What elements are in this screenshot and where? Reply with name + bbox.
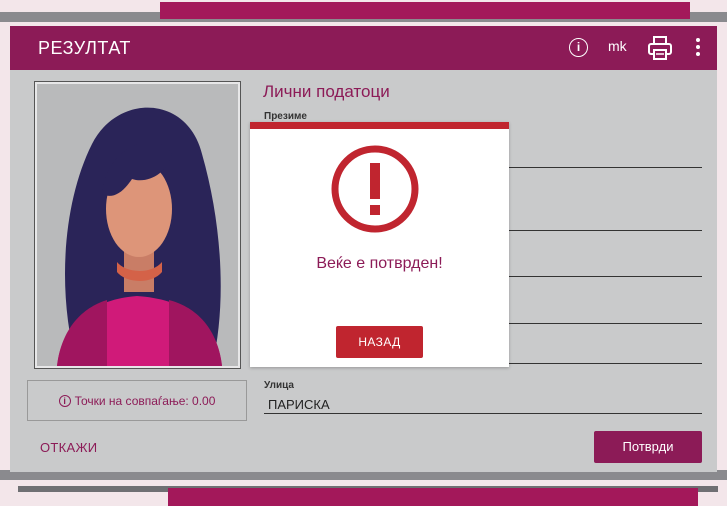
form-field-line — [506, 276, 702, 277]
info-icon[interactable]: i — [569, 38, 588, 57]
result-window: РЕЗУЛТАТ i mk i Точки на совпаѓање: 0.00… — [10, 26, 717, 472]
person-photo — [37, 84, 238, 366]
title-bar: РЕЗУЛТАТ i mk — [10, 26, 717, 70]
photo-frame — [34, 81, 241, 369]
page-title: РЕЗУЛТАТ — [38, 38, 131, 58]
language-selector[interactable]: mk — [608, 38, 627, 54]
screen: РЕЗУЛТАТ i mk i Точки на совпаѓање: 0.00… — [0, 0, 727, 506]
alert-message: Веќе е потврден! — [316, 255, 443, 272]
background-accent-strip — [168, 488, 698, 506]
back-button[interactable]: НАЗАД — [336, 326, 423, 358]
printer-icon[interactable] — [646, 34, 674, 62]
street-field[interactable]: ПАРИСКА — [268, 397, 330, 412]
background-accent-strip — [160, 2, 690, 19]
exclamation-circle-icon — [329, 143, 421, 235]
form-field-line — [264, 413, 702, 414]
info-icon: i — [58, 394, 71, 407]
confirm-button[interactable]: Потврди — [594, 431, 702, 463]
form-field-line — [506, 230, 702, 231]
street-label: Улица — [264, 380, 294, 391]
surname-label: Презиме — [264, 111, 307, 122]
alert-dialog: Веќе е потврден! НАЗАД — [250, 122, 509, 367]
form-field-line — [506, 363, 702, 364]
form-field-line — [506, 323, 702, 324]
more-vertical-icon[interactable] — [694, 36, 702, 60]
match-score: i Точки на совпаѓање: 0.00 — [27, 380, 247, 421]
match-score-label: Точки на совпаѓање: 0.00 — [74, 393, 216, 408]
cancel-button[interactable]: ОТКАЖИ — [40, 440, 97, 455]
section-title: Лични податоци — [263, 82, 390, 101]
